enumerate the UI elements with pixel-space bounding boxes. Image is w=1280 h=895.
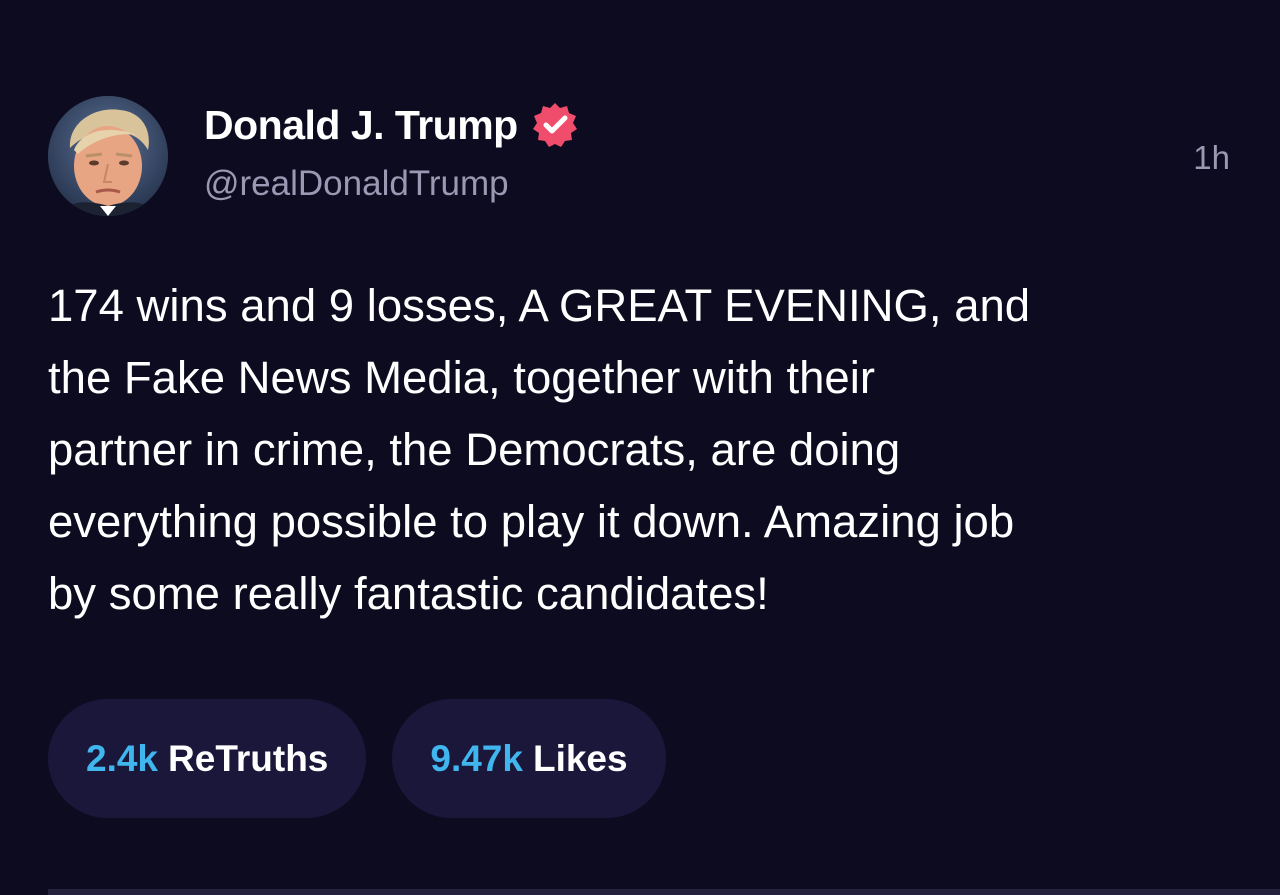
retruths-count: 2.4k <box>86 737 159 779</box>
likes-label: Likes <box>532 737 628 779</box>
avatar[interactable] <box>48 96 168 216</box>
post-divider <box>48 889 1280 895</box>
author-name-row: Donald J. Trump <box>204 100 580 150</box>
author-display-name[interactable]: Donald J. Trump <box>204 101 518 149</box>
likes-button[interactable]: 9.47k Likes <box>392 699 666 818</box>
likes-count: 9.47k <box>430 737 523 779</box>
post-content: 174 wins and 9 losses, A GREAT EVENING, … <box>48 280 1031 619</box>
verified-badge-icon <box>532 103 577 147</box>
post-timestamp[interactable]: 1h <box>1193 136 1230 180</box>
post-card: Donald J. Trump @realDonaldTrump 1h 174 … <box>0 0 1280 895</box>
retruths-label: ReTruths <box>168 737 329 779</box>
author-handle[interactable]: @realDonaldTrump <box>204 162 509 206</box>
retruths-button[interactable]: 2.4k ReTruths <box>48 699 367 818</box>
post-stats: 2.4k ReTruths 9.47k Likes <box>48 699 666 818</box>
avatar-image <box>48 96 168 216</box>
